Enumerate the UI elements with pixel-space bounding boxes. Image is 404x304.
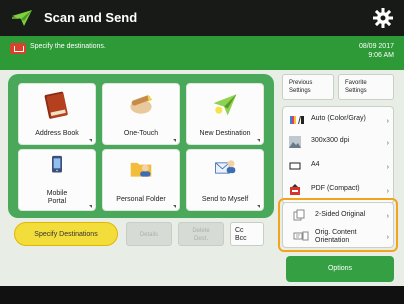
mobile-portal-label: Mobile Portal — [19, 190, 95, 206]
send-to-myself-button[interactable]: Send to Myself — [186, 149, 264, 211]
previous-line2: Settings — [289, 88, 311, 94]
one-touch-label: One-Touch — [123, 130, 159, 137]
size-setting[interactable]: A4 › — [283, 156, 395, 176]
address-book-icon — [44, 91, 68, 119]
message-icon — [10, 43, 26, 54]
new-destination-icon — [213, 94, 237, 116]
format-setting[interactable]: PDF (Compact) › — [283, 180, 395, 200]
corner-indicator — [173, 139, 176, 142]
bottom-strip — [0, 286, 404, 304]
previous-line1: Previous — [289, 80, 313, 86]
favorite-settings-button[interactable]: Favorite Settings — [338, 74, 394, 100]
send-to-myself-icon — [215, 160, 236, 174]
resolution-icon — [289, 136, 301, 148]
status-date: 08/09 2017 — [358, 43, 394, 50]
previous-settings-button[interactable]: Previous Settings — [282, 74, 334, 100]
cc-line1: Cc — [235, 227, 244, 234]
options-button[interactable]: Options — [286, 256, 394, 282]
corner-indicator — [173, 205, 176, 208]
new-destination-button[interactable]: New Destination — [186, 83, 264, 145]
address-book-button[interactable]: Address Book — [18, 83, 96, 145]
mobile-portal-line2: Portal — [47, 198, 67, 205]
color-mode-value: Auto (Color/Gray) — [311, 115, 366, 122]
favorite-line2: Settings — [345, 88, 367, 94]
mobile-portal-icon — [52, 155, 62, 173]
color-mode-icon — [290, 116, 304, 124]
resolution-setting[interactable]: 300x300 dpi › — [283, 132, 395, 152]
settings-panel: Auto (Color/Gray) › 300x300 dpi › A4 › P… — [282, 106, 394, 204]
corner-indicator — [89, 139, 92, 142]
mobile-portal-line1: Mobile — [46, 190, 68, 197]
file-format-value: PDF (Compact) — [311, 185, 360, 192]
delete-dest-button[interactable]: Delete Dest. — [178, 222, 224, 246]
cc-line2: Bcc — [235, 235, 247, 242]
chevron-right-icon: › — [386, 140, 389, 147]
resolution-value: 300x300 dpi — [311, 137, 350, 144]
app-title: Scan and Send — [44, 10, 138, 25]
color-setting[interactable]: Auto (Color/Gray) › — [283, 110, 395, 130]
cc-bcc-button[interactable]: Cc Bcc — [230, 222, 264, 246]
title-bar: Scan and Send — [0, 0, 404, 36]
send-to-myself-label: Send to Myself — [201, 196, 249, 203]
chevron-right-icon: › — [386, 164, 389, 171]
destination-grid: Address Book One-Touch New Destination M… — [18, 83, 264, 211]
corner-indicator — [89, 205, 92, 208]
new-destination-label: New Destination — [199, 130, 251, 137]
delete-dest-line1: Delete — [192, 228, 210, 234]
pdf-icon — [290, 184, 300, 195]
delete-dest-line2: Dest. — [193, 236, 208, 242]
one-touch-button[interactable]: One-Touch — [102, 83, 180, 145]
action-row: Specify Destinations Details Delete Dest… — [8, 222, 274, 250]
specify-destinations-button[interactable]: Specify Destinations — [14, 222, 118, 246]
scan-send-icon — [12, 10, 32, 26]
chevron-right-icon: › — [386, 188, 389, 195]
personal-folder-button[interactable]: Personal Folder — [102, 149, 180, 211]
paper-size-icon — [289, 162, 301, 170]
status-datetime: 08/09 2017 9:06 AM — [359, 42, 394, 60]
paper-size-value: A4 — [311, 161, 320, 168]
corner-indicator — [257, 205, 260, 208]
status-bar: Specify the destinations. 08/09 2017 9:0… — [0, 36, 404, 70]
highlight-frame — [278, 198, 398, 252]
mobile-portal-button[interactable]: Mobile Portal — [18, 149, 96, 211]
status-message: Specify the destinations. — [30, 43, 106, 50]
personal-folder-icon — [130, 162, 152, 177]
status-time: 9:06 AM — [368, 52, 394, 59]
corner-indicator — [257, 139, 260, 142]
destination-panel: Address Book One-Touch New Destination M… — [8, 74, 274, 218]
address-book-label: Address Book — [35, 130, 79, 137]
personal-folder-label: Personal Folder — [116, 196, 166, 203]
favorite-line1: Favorite — [345, 80, 367, 86]
gear-icon[interactable] — [372, 7, 394, 29]
chevron-right-icon: › — [386, 118, 389, 125]
one-touch-icon — [130, 94, 153, 114]
details-button[interactable]: Details — [126, 222, 172, 246]
scan-send-screen: Scan and Send Specify the destinations. … — [0, 0, 404, 304]
